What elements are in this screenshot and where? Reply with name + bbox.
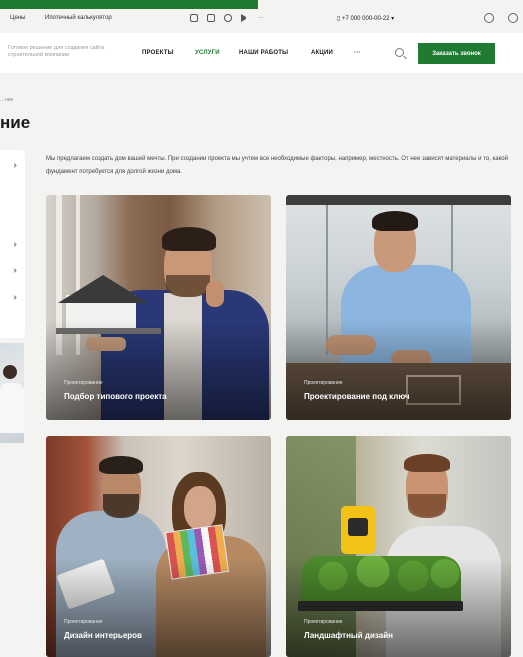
service-card-interior-design[interactable]: Проектирование Дизайн интерьеров [46, 436, 271, 657]
utility-bar: Цены Ипотечный калькулятор ··· ▯ +7 000 … [0, 11, 523, 29]
nav-item-promotions[interactable]: АКЦИИ [311, 50, 333, 56]
cart-icon[interactable] [508, 13, 518, 23]
nav-item-our-works[interactable]: НАШИ РАБОТЫ [239, 50, 288, 56]
mortgage-calculator-link[interactable]: Ипотечный калькулятор [45, 15, 112, 21]
order-call-button[interactable]: Заказать звонок [418, 43, 495, 64]
card-category: Проектирование [64, 380, 103, 386]
vk-icon[interactable] [190, 14, 198, 22]
card-title[interactable]: Подбор типового проекта [64, 392, 167, 401]
card-overlay [286, 318, 511, 420]
service-card-standard-project[interactable]: Проектирование Подбор типового проекта [46, 195, 271, 420]
site-tagline: Готовое решение для создания сайта строи… [8, 45, 105, 58]
sidebar-menu [0, 150, 25, 338]
card-title[interactable]: Дизайн интерьеров [64, 631, 142, 640]
favorites-icon[interactable] [484, 13, 494, 23]
card-category: Проектирование [304, 619, 343, 625]
intro-paragraph: Мы предлагаем создать дом вашей мечты. П… [46, 156, 508, 175]
card-overlay [46, 557, 271, 657]
nav-item-more[interactable]: ··· [354, 50, 361, 56]
instagram-icon[interactable] [224, 14, 232, 22]
user-icons [484, 13, 518, 23]
top-accent-strip [0, 0, 258, 9]
card-overlay [46, 318, 271, 420]
search-icon[interactable] [395, 48, 404, 57]
card-category: Проектирование [64, 619, 103, 625]
card-title[interactable]: Ландшафтный дизайн [304, 631, 393, 640]
card-overlay [286, 557, 511, 657]
breadcrumb[interactable]: …ние [0, 97, 13, 103]
chevron-icon[interactable] [12, 295, 17, 300]
phone-number[interactable]: ▯ +7 000 000-00-22 ▾ [337, 15, 394, 22]
nav-item-projects[interactable]: ПРОЕКТЫ [142, 50, 174, 56]
sidebar-promo-image [0, 343, 24, 443]
service-card-turnkey-design[interactable]: Проектирование Проектирование под ключ [286, 195, 511, 420]
service-card-landscape-design[interactable]: Проектирование Ландшафтный дизайн [286, 436, 511, 657]
ok-icon[interactable] [207, 14, 215, 22]
more-icon[interactable]: ··· [258, 15, 264, 21]
prices-link[interactable]: Цены [10, 15, 25, 21]
chevron-icon[interactable] [12, 268, 17, 273]
social-icons: ··· [190, 14, 264, 22]
page-title: ние [0, 113, 31, 132]
main-header: Готовое решение для создания сайта строи… [0, 33, 523, 73]
chevron-icon[interactable] [12, 163, 17, 168]
card-category: Проектирование [304, 380, 343, 386]
chevron-icon[interactable] [12, 242, 17, 247]
phone-text: +7 000 000-00-22 [341, 16, 390, 22]
telegram-icon[interactable] [241, 14, 249, 22]
nav-item-services[interactable]: УСЛУГИ [195, 50, 220, 56]
card-title[interactable]: Проектирование под ключ [304, 392, 410, 401]
